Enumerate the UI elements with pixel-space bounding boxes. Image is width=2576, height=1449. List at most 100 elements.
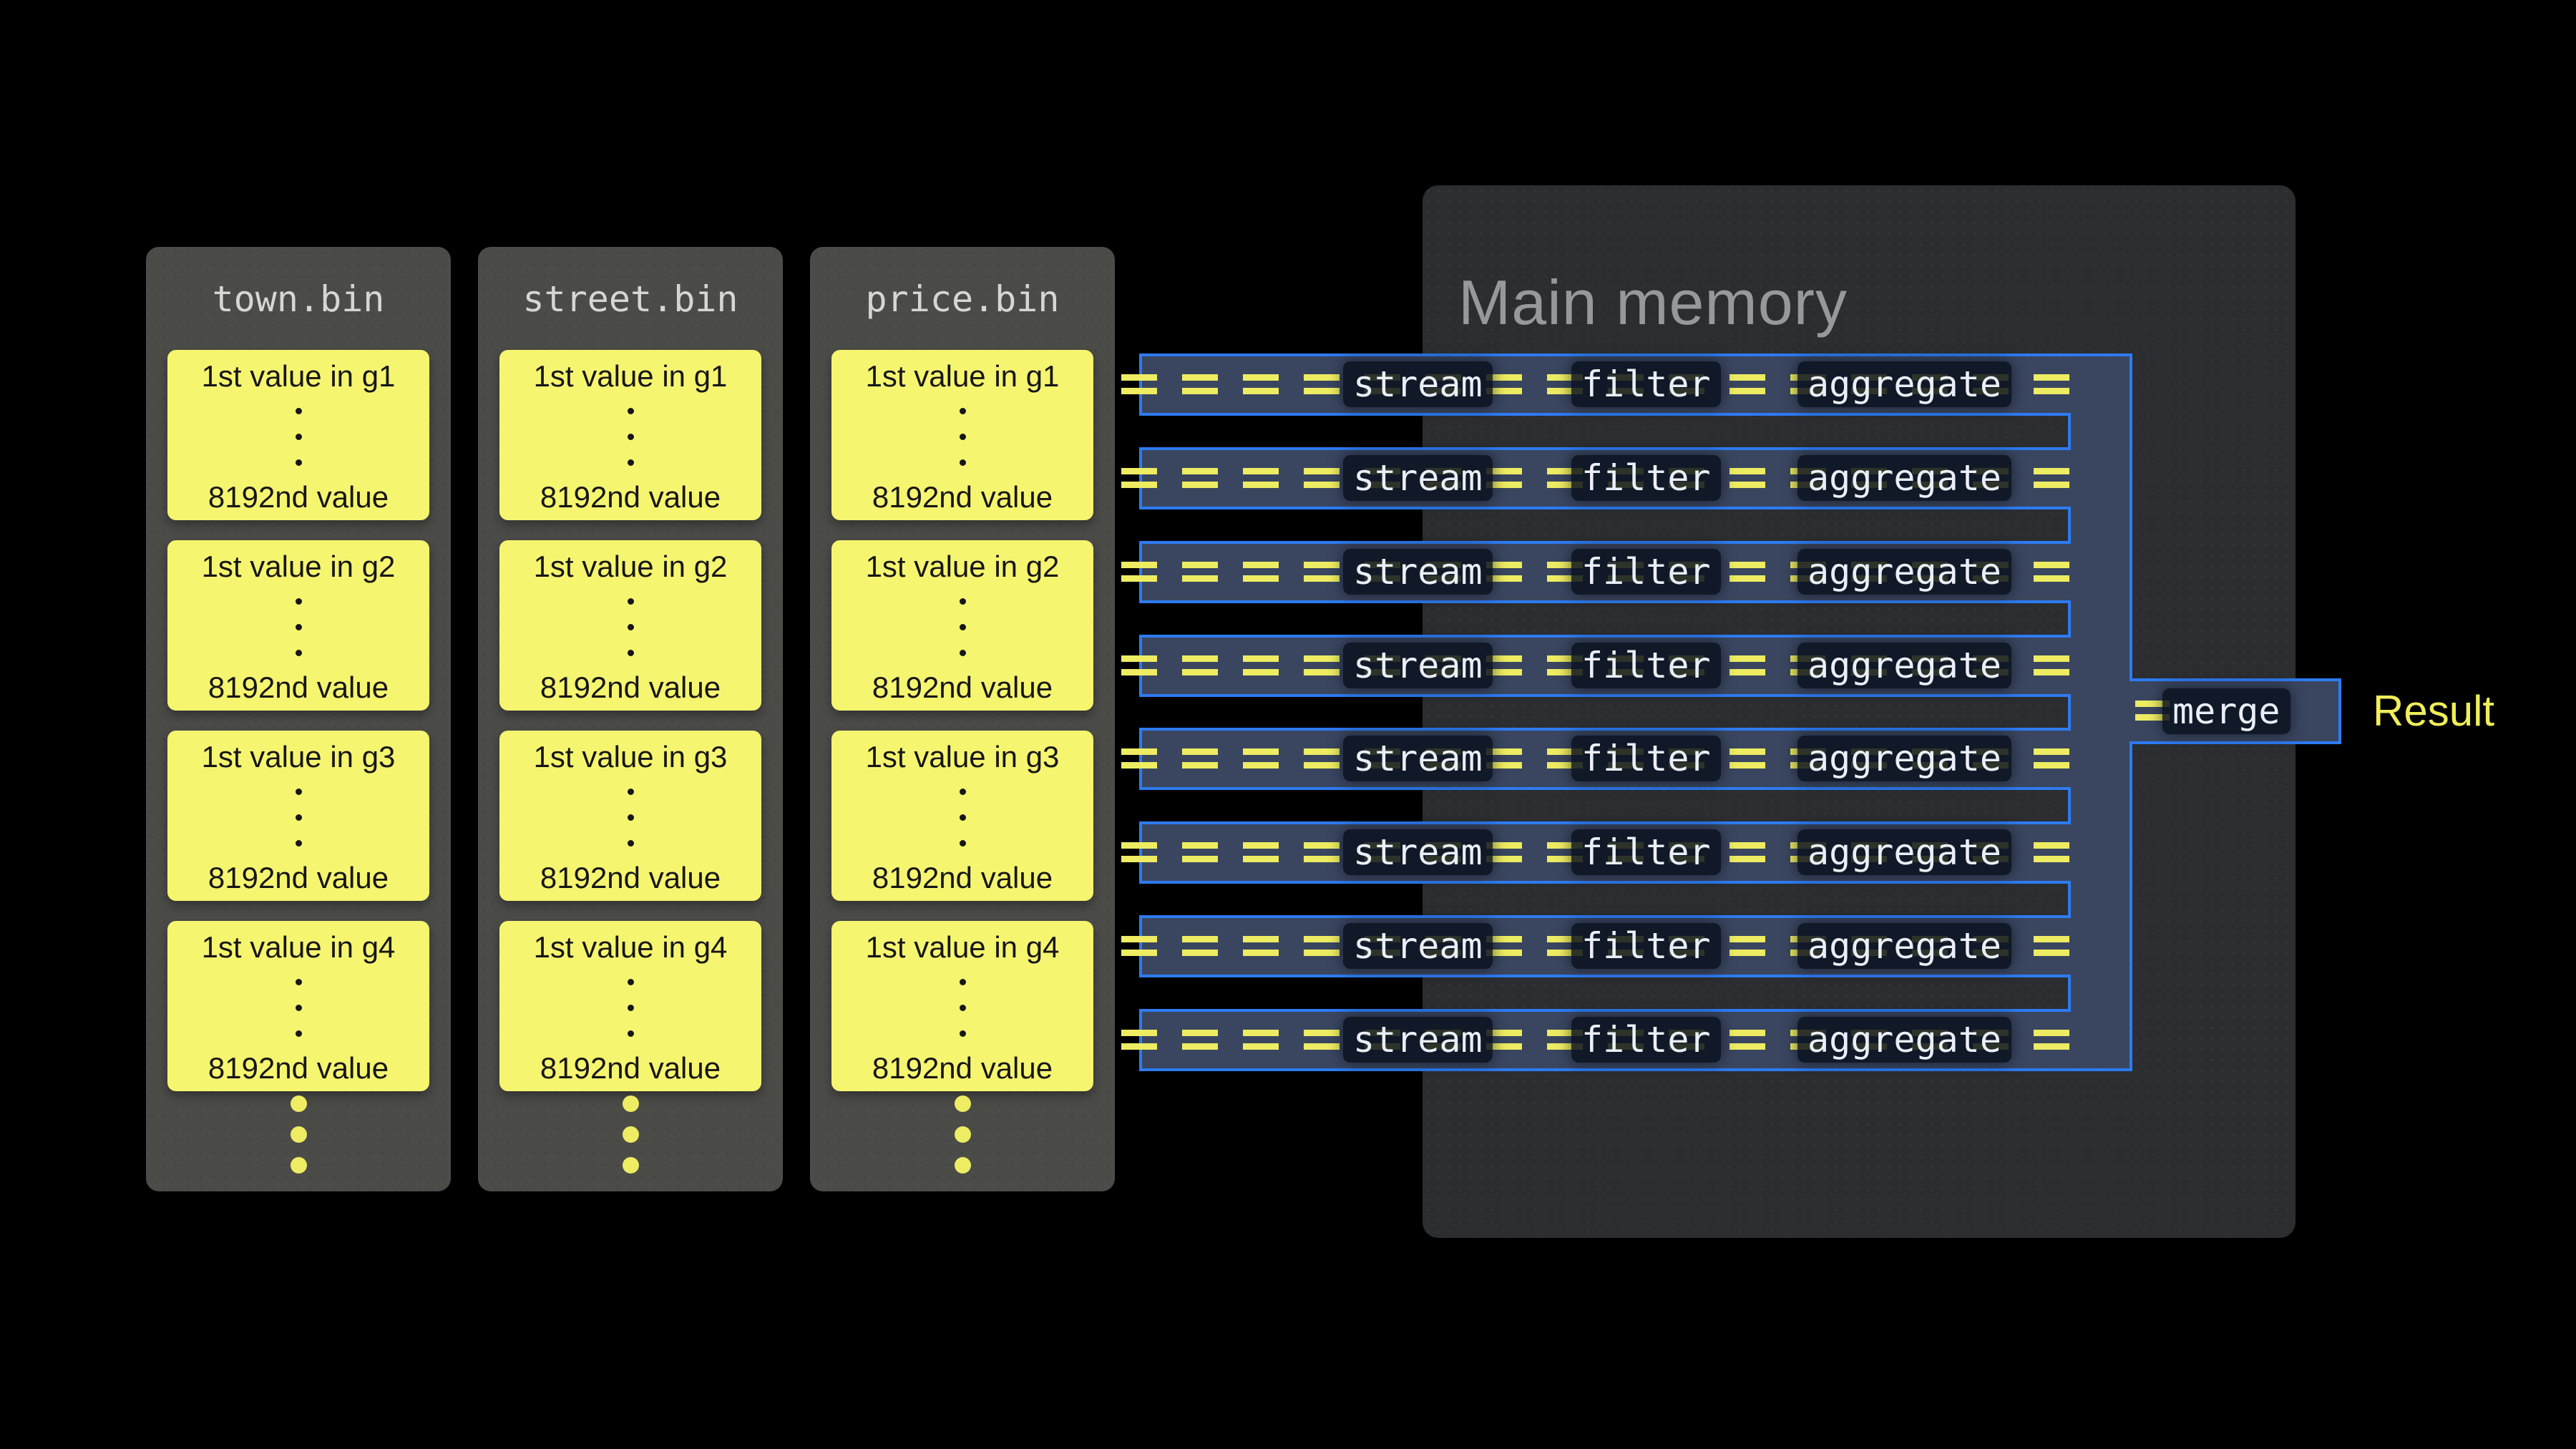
group-last-value-label: 8192nd value: [540, 480, 721, 514]
group-first-value-label: 1st value in g3: [202, 740, 396, 774]
stage-stream: stream: [1343, 923, 1493, 969]
value-group-box: 1st value in g28192nd value: [831, 540, 1093, 711]
merge-node: merge: [2129, 678, 2341, 744]
stage-stream-label: stream: [1353, 645, 1483, 686]
ellipsis-dot: [628, 650, 634, 656]
value-group-box: 1st value in g38192nd value: [499, 731, 761, 901]
stage-stream: stream: [1343, 361, 1493, 407]
stage-aggregate: aggregate: [1797, 643, 2011, 688]
stage-stream-label: stream: [1353, 738, 1483, 779]
stage-aggregate-label: aggregate: [1807, 831, 2001, 873]
stage-aggregate: aggregate: [1797, 549, 2011, 595]
group-last-value-label: 8192nd value: [872, 861, 1053, 894]
vertical-ellipsis: [960, 979, 966, 1037]
ellipsis-dot: [960, 1030, 966, 1037]
ellipsis-dot: [623, 1096, 639, 1112]
result-label: Result: [2373, 686, 2494, 737]
stage-stream: stream: [1343, 455, 1493, 501]
vertical-ellipsis: [296, 408, 302, 466]
stage-stream-label: stream: [1353, 1019, 1483, 1060]
stage-filter-label: filter: [1581, 925, 1711, 967]
pipeline-row: stream filter aggregate: [1139, 915, 2071, 977]
group-last-value-label: 8192nd value: [540, 1051, 721, 1085]
stage-stream-label: stream: [1353, 364, 1483, 405]
pipeline-row: stream filter aggregate: [1139, 353, 2071, 416]
group-last-value-label: 8192nd value: [540, 670, 721, 704]
stage-filter: filter: [1571, 455, 1721, 501]
stage-filter-label: filter: [1581, 738, 1711, 779]
group-first-value-label: 1st value in g1: [534, 359, 728, 393]
group-first-value-label: 1st value in g2: [534, 550, 728, 583]
ellipsis-dot: [960, 979, 966, 985]
ellipsis-dot: [296, 789, 302, 795]
group-first-value-label: 1st value in g2: [202, 550, 396, 583]
file-column-price: price.bin 1st value in g18192nd value1st…: [810, 247, 1115, 1191]
vertical-ellipsis: [296, 598, 302, 656]
ellipsis-dot: [628, 789, 634, 795]
group-last-value-label: 8192nd value: [540, 861, 721, 894]
stage-aggregate: aggregate: [1797, 736, 2011, 781]
group-last-value-label: 8192nd value: [208, 480, 389, 514]
stage-filter-label: filter: [1581, 831, 1711, 873]
pipeline-row: stream filter aggregate: [1139, 447, 2071, 509]
ellipsis-dot: [291, 1126, 307, 1143]
ellipsis-dot: [296, 434, 302, 440]
stage-filter: filter: [1571, 549, 1721, 595]
value-group-box: 1st value in g38192nd value: [167, 731, 429, 901]
ellipsis-dot: [960, 459, 966, 466]
ellipsis-dot: [955, 1126, 971, 1143]
stage-stream: stream: [1343, 1017, 1493, 1063]
stage-stream-label: stream: [1353, 831, 1483, 873]
stage-aggregate-label: aggregate: [1807, 645, 2001, 686]
ellipsis-dot: [296, 814, 302, 821]
ellipsis-dot: [628, 459, 634, 466]
stage-filter-label: filter: [1581, 457, 1711, 499]
ellipsis-dot: [296, 408, 302, 414]
ellipsis-dot: [628, 979, 634, 985]
group-first-value-label: 1st value in g1: [866, 359, 1060, 393]
value-group-box: 1st value in g2 8192nd value: [499, 540, 761, 711]
ellipsis-dot: [623, 1126, 639, 1143]
group-first-value-label: 1st value in g1: [202, 359, 396, 393]
ellipsis-dot: [960, 598, 966, 605]
ellipsis-dot: [623, 1157, 639, 1174]
merge-label: merge: [2162, 688, 2290, 734]
stage-filter: filter: [1571, 736, 1721, 781]
ellipsis-dot: [960, 840, 966, 847]
stage-filter: filter: [1571, 923, 1721, 969]
value-group-box: 1st value in g28192nd value: [167, 540, 429, 711]
more-groups-ellipsis: [478, 1096, 783, 1174]
stage-filter: filter: [1571, 643, 1721, 688]
stage-filter: filter: [1571, 361, 1721, 407]
stage-aggregate-label: aggregate: [1807, 551, 2001, 592]
stage-stream: stream: [1343, 643, 1493, 688]
ellipsis-dot: [628, 598, 634, 605]
stage-aggregate-label: aggregate: [1807, 364, 2001, 405]
pipeline-row: stream filter aggregate: [1139, 728, 2071, 790]
value-group-box: 1st value in g48192nd value: [167, 921, 429, 1091]
group-first-value-label: 1st value in g2: [866, 550, 1060, 583]
stage-aggregate: aggregate: [1797, 361, 2011, 407]
group-last-value-label: 8192nd value: [872, 480, 1053, 514]
value-group-box: 1st value in g1 8192nd value: [831, 350, 1093, 520]
main-memory-label: Main memory: [1458, 271, 1848, 334]
stage-aggregate-label: aggregate: [1807, 738, 2001, 779]
group-last-value-label: 8192nd value: [208, 1051, 389, 1085]
ellipsis-dot: [960, 814, 966, 821]
stage-filter-label: filter: [1581, 364, 1711, 405]
stage-aggregate: aggregate: [1797, 1017, 2011, 1063]
ellipsis-dot: [960, 1005, 966, 1011]
ellipsis-dot: [628, 840, 634, 847]
vertical-ellipsis: [960, 408, 966, 466]
value-group-box: 1st value in g48192nd value: [831, 921, 1093, 1091]
group-first-value-label: 1st value in g4: [866, 930, 1060, 964]
pipeline-row: stream filter aggregate: [1139, 541, 2071, 603]
stage-stream: stream: [1343, 736, 1493, 781]
ellipsis-dot: [628, 434, 634, 440]
stage-filter-label: filter: [1581, 1019, 1711, 1060]
ellipsis-dot: [296, 650, 302, 656]
vertical-ellipsis: [960, 598, 966, 656]
vertical-ellipsis: [628, 408, 634, 466]
stage-stream: stream: [1343, 829, 1493, 875]
ellipsis-dot: [960, 789, 966, 795]
